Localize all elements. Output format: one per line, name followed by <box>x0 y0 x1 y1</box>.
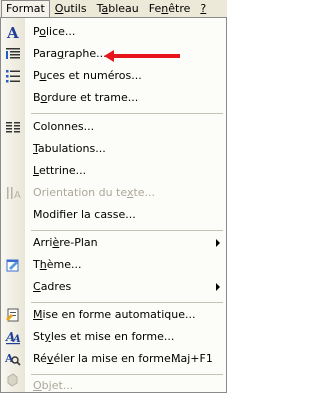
menu-separator <box>31 230 223 231</box>
menu-item-objet: Objet... <box>1 369 226 392</box>
red-pointer-arrow-icon <box>104 50 180 62</box>
bullets-icon <box>4 67 22 85</box>
format-dropdown-menu: A Police... Paragraphe... Puces et numér… <box>0 17 227 393</box>
menu-item-styles[interactable]: A A Styles et mise en forme... <box>1 326 226 348</box>
theme-icon <box>4 256 22 274</box>
menu-item-arriere-plan[interactable]: Arrière-Plan <box>1 232 226 254</box>
menu-item-modifier-casse[interactable]: Modifier la casse... <box>1 204 226 226</box>
object-icon <box>4 371 22 389</box>
menu-separator <box>31 113 223 114</box>
paragraph-icon <box>4 45 22 63</box>
menu-item-lettrine[interactable]: Lettrine... <box>1 160 226 182</box>
menu-format[interactable]: Format <box>1 0 50 17</box>
submenu-arrow-icon <box>216 239 220 247</box>
menu-outils[interactable]: Outils <box>50 1 92 17</box>
text-direction-icon: A <box>4 184 22 202</box>
submenu-arrow-icon <box>216 283 220 291</box>
menu-item-puces[interactable]: Puces et numéros... <box>1 65 226 87</box>
menu-item-colonnes[interactable]: Colonnes... <box>1 116 226 138</box>
menu-item-theme[interactable]: Thème... <box>1 254 226 276</box>
menu-fenetre[interactable]: Fenêtre <box>144 1 196 17</box>
autoformat-icon <box>4 306 22 324</box>
styles-icon: A A <box>4 328 22 346</box>
svg-text:A: A <box>14 190 21 201</box>
shortcut-label: Maj+F1 <box>171 352 213 365</box>
svg-text:A: A <box>6 24 19 40</box>
menu-tableau[interactable]: Tableau <box>92 1 144 17</box>
menu-item-mise-en-forme-auto[interactable]: Mise en forme automatique... <box>1 304 226 326</box>
columns-icon <box>4 118 22 136</box>
menu-item-tabulations[interactable]: Tabulations... <box>1 138 226 160</box>
menu-separator <box>31 302 223 303</box>
menu-item-orientation: A Orientation du texte... <box>1 182 226 204</box>
menu-item-police[interactable]: A Police... <box>1 21 226 43</box>
font-a-icon: A <box>4 23 22 41</box>
menu-item-bordure[interactable]: Bordure et trame... <box>1 87 226 109</box>
reveal-format-icon: A <box>4 350 22 368</box>
menu-help[interactable]: ? <box>195 1 211 17</box>
menu-item-cadres[interactable]: Cadres <box>1 276 226 298</box>
menu-item-reveler[interactable]: A Révéler la mise en forme... Maj+F1 <box>1 348 226 370</box>
menu-bar: Format Outils Tableau Fenêtre ? <box>0 0 227 17</box>
